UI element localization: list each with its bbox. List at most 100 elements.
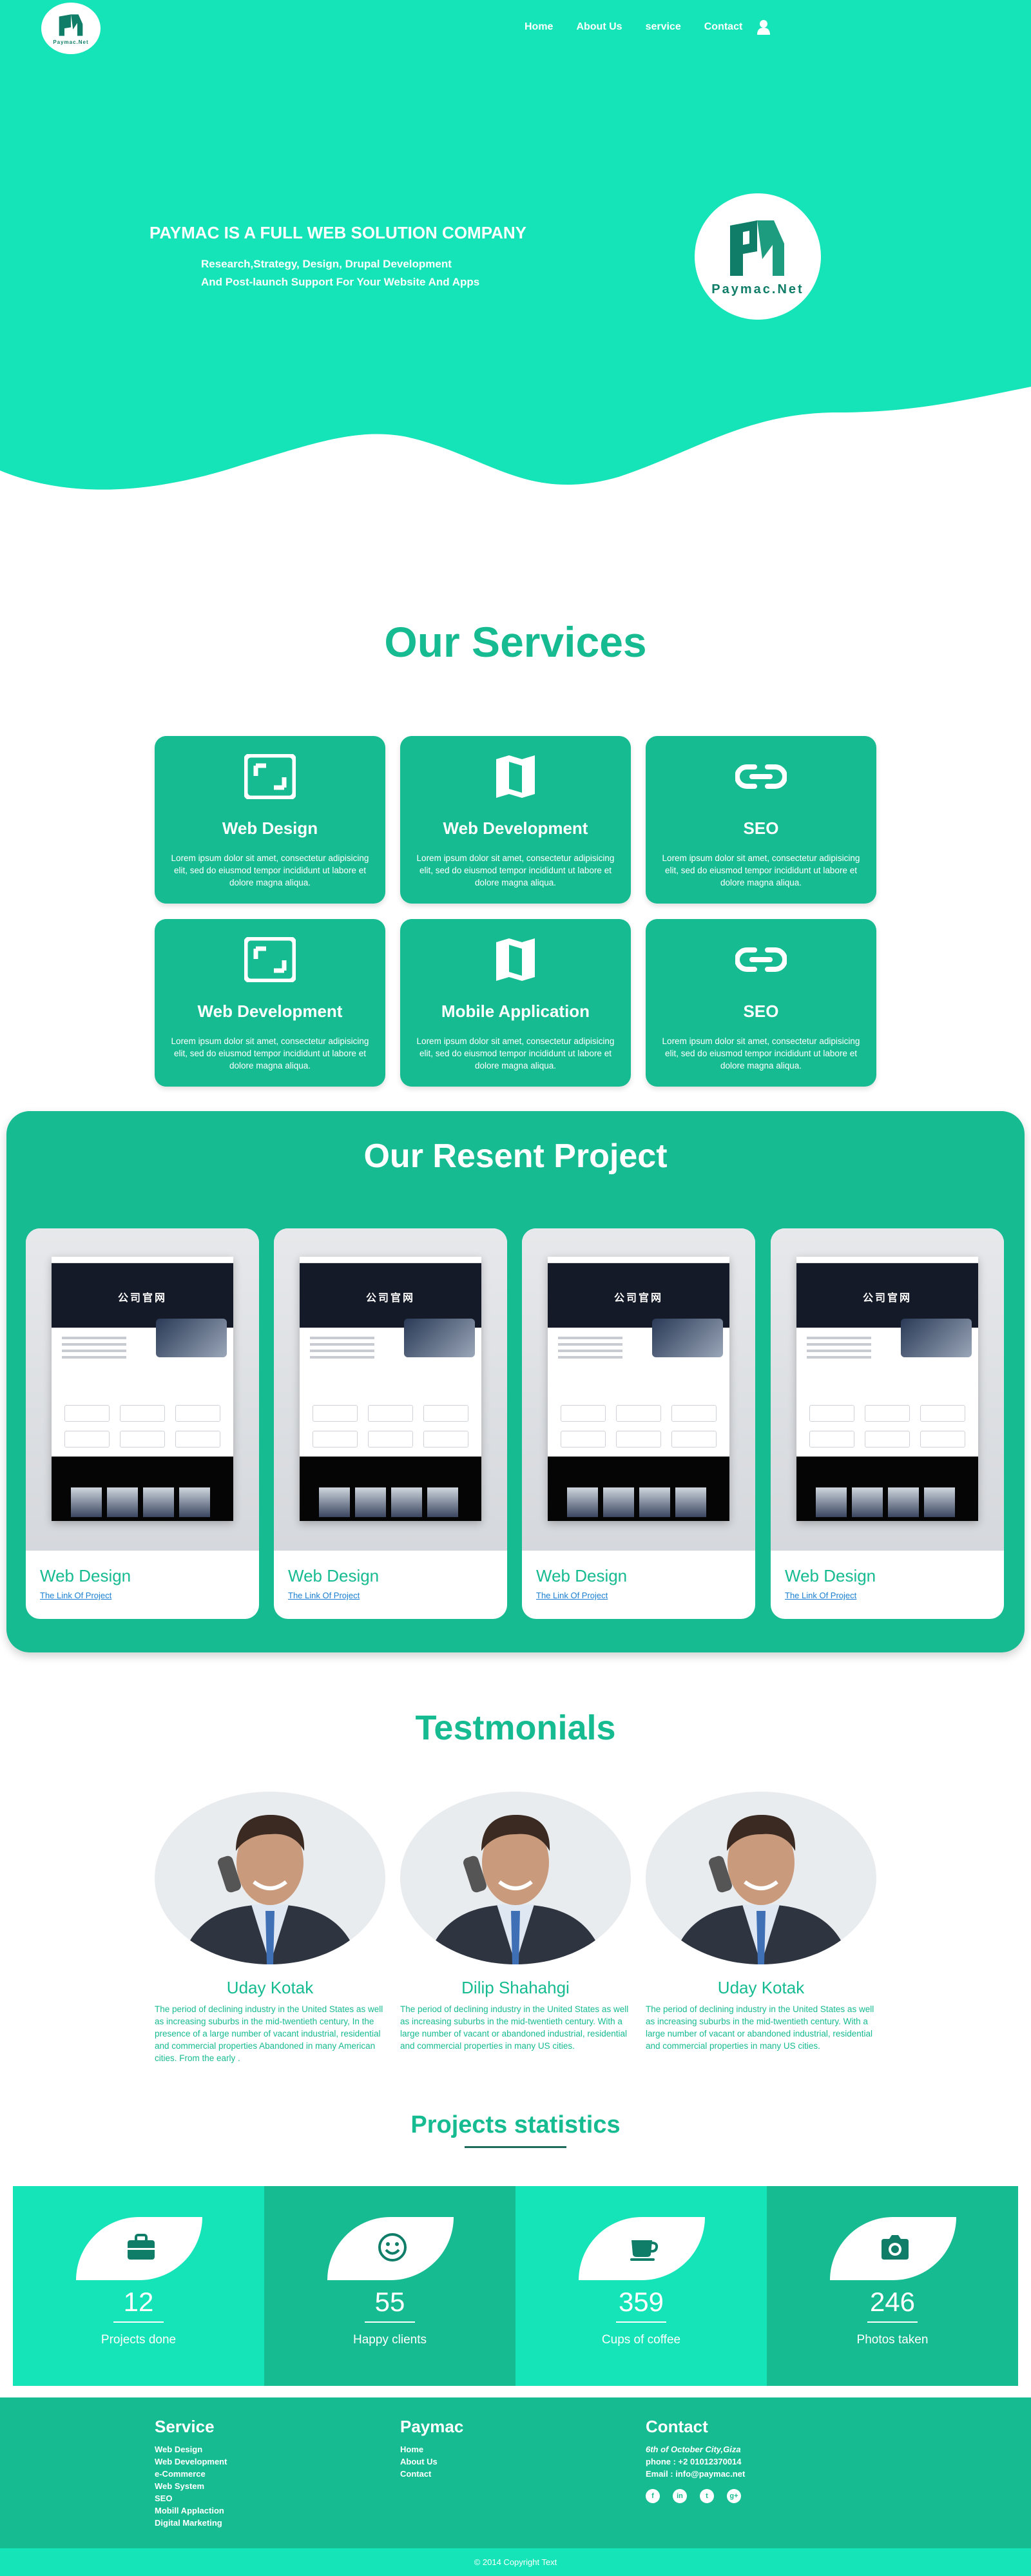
stats-title: Projects statistics [410, 2111, 621, 2138]
smiley-icon [378, 2233, 407, 2261]
stat-divider [113, 2321, 164, 2323]
project-thumbnail: 公司官网 [26, 1228, 259, 1551]
linkedin-icon[interactable]: in [673, 2489, 687, 2503]
stat-photos-taken: 246 Photos taken [767, 2186, 1018, 2386]
footer-service-column: Service Web Design Web Development e-Com… [155, 2417, 227, 2529]
footer-link-about-us[interactable]: About Us [400, 2455, 463, 2468]
stat-icon-badge [327, 2217, 454, 2280]
project-name: Web Design [536, 1566, 628, 1585]
project-thumbnail: 公司官网 [274, 1228, 507, 1551]
footer-address: 6th of October City,Giza [646, 2445, 741, 2454]
nav-service[interactable]: service [646, 21, 681, 33]
testimonial-text: The period of declining industry in the … [646, 2004, 874, 2051]
stat-label: Cups of coffee [601, 2333, 681, 2347]
stats-title-underline [465, 2146, 566, 2148]
nav-about-us[interactable]: About Us [576, 21, 622, 33]
testimonial-name: Uday Kotak [717, 1978, 805, 1997]
hero-subtitle: Research,Strategy, Design, Drupal Develo… [201, 255, 479, 291]
stat-happy-clients: 55 Happy clients [264, 2186, 516, 2386]
project-card[interactable]: 公司官网 Web Design The Link Of Project [274, 1228, 507, 1619]
project-link[interactable]: The Link Of Project [40, 1591, 111, 1600]
footer-link-seo[interactable]: SEO [155, 2492, 227, 2504]
service-card-title: Web Design [222, 818, 318, 838]
hero-section: Paymac.Net Home About Us service Contact… [0, 0, 1031, 503]
project-link[interactable]: The Link Of Project [288, 1591, 360, 1600]
brand-logo[interactable]: Paymac.Net [41, 3, 101, 54]
nav-home[interactable]: Home [525, 21, 553, 33]
testimonial-text: The period of declining industry in the … [400, 2004, 629, 2051]
service-card-text: Lorem ipsum dolor sit amet, consectetur … [662, 853, 860, 887]
stat-value: 55 [374, 2287, 405, 2317]
footer-service-title: Service [155, 2417, 215, 2436]
project-card[interactable]: 公司官网 Web Design The Link Of Project [522, 1228, 755, 1619]
footer-link-home[interactable]: Home [400, 2443, 463, 2455]
project-name: Web Design [785, 1566, 876, 1585]
projects-title: Our Resent Project [363, 1138, 668, 1175]
hero-subtitle-line-2: And Post-launch Support For Your Website… [201, 276, 480, 288]
hero-subtitle-line-1: Research,Strategy, Design, Drupal Develo… [201, 258, 452, 270]
services-title: Our Services [384, 618, 647, 666]
service-card-web-development[interactable]: Web Development Lorem ipsum dolor sit am… [400, 736, 631, 904]
service-card-title: Mobile Application [441, 1002, 590, 1021]
service-card-title: Web Development [443, 818, 588, 838]
project-link[interactable]: The Link Of Project [785, 1591, 856, 1600]
footer-link-mobile-application[interactable]: Mobill Applaction [155, 2504, 227, 2517]
testimonials-title: Testmonials [415, 1709, 616, 1747]
service-card-mobile-application[interactable]: Mobile Application Lorem ipsum dolor sit… [400, 919, 631, 1087]
service-card-title: SEO [743, 818, 779, 838]
footer-link-e-commerce[interactable]: e-Commerce [155, 2468, 227, 2480]
footer-paymac-column: Paymac Home About Us Contact [400, 2417, 463, 2480]
footer-link-contact[interactable]: Contact [400, 2468, 463, 2480]
hero-logo: Paymac.Net [695, 193, 821, 320]
copyright-bar: © 2014 Copyright Text [0, 2548, 1031, 2576]
stat-value: 12 [123, 2287, 154, 2317]
image-frame-icon [244, 937, 296, 982]
project-card[interactable]: 公司官网 Web Design The Link Of Project [26, 1228, 259, 1619]
service-card-seo-2[interactable]: SEO Lorem ipsum dolor sit amet, consecte… [646, 919, 876, 1087]
stat-projects-done: 12 Projects done [13, 2186, 264, 2386]
testimonial-card: Uday Kotak The period of declining indus… [155, 1792, 385, 2064]
testimonial-photo [646, 1792, 876, 1964]
service-card-text: Lorem ipsum dolor sit amet, consectetur … [416, 853, 615, 887]
camera-icon [882, 2235, 909, 2260]
coffee-cup-icon [630, 2240, 659, 2261]
project-card[interactable]: 公司官网 Web Design The Link Of Project [771, 1228, 1004, 1619]
service-card-text: Lorem ipsum dolor sit amet, consectetur … [171, 1036, 369, 1070]
footer-contact-column: Contact 6th of October City,Giza phone :… [646, 2417, 745, 2503]
facebook-icon[interactable]: f [646, 2489, 660, 2503]
projects-section: Our Resent Project 公司官网 Web Design The L… [6, 1111, 1025, 1652]
service-card-web-design[interactable]: Web Design Lorem ipsum dolor sit amet, c… [155, 736, 385, 904]
google-plus-icon[interactable]: g+ [727, 2489, 741, 2503]
footer-link-web-design[interactable]: Web Design [155, 2443, 227, 2455]
testimonial-card: Uday Kotak The period of declining indus… [646, 1792, 876, 2052]
stat-value: 246 [869, 2287, 916, 2317]
service-card-seo[interactable]: SEO Lorem ipsum dolor sit amet, consecte… [646, 736, 876, 904]
footer-link-web-system[interactable]: Web System [155, 2480, 227, 2492]
footer-email: Email : info@paymac.net [646, 2469, 746, 2479]
main-nav: Home About Us service Contact [525, 19, 771, 35]
map-icon [496, 755, 535, 798]
project-screen-heading: 公司官网 [548, 1263, 729, 1328]
project-screen-heading: 公司官网 [796, 1263, 978, 1328]
service-card-web-development-2[interactable]: Web Development Lorem ipsum dolor sit am… [155, 919, 385, 1087]
logo-mark-large-icon [730, 220, 784, 276]
testimonial-name: Uday Kotak [226, 1978, 314, 1997]
service-card-title: Web Development [197, 1002, 343, 1021]
project-link[interactable]: The Link Of Project [536, 1591, 608, 1600]
hero-title: PAYMAC IS A FULL WEB SOLUTION COMPANY [149, 223, 527, 242]
footer-link-digital-marketing[interactable]: Digital Marketing [155, 2517, 227, 2529]
testimonial-card: Dilip Shahahgi The period of declining i… [400, 1792, 631, 2052]
user-icon[interactable] [756, 19, 771, 35]
service-card-title: SEO [743, 1002, 779, 1021]
project-name: Web Design [40, 1566, 131, 1585]
twitter-icon[interactable]: t [700, 2489, 714, 2503]
footer-link-web-development[interactable]: Web Development [155, 2455, 227, 2468]
stat-divider [365, 2321, 415, 2323]
testimonial-text: The period of declining industry in the … [155, 2004, 383, 2063]
footer: Service Web Design Web Development e-Com… [0, 2397, 1031, 2548]
footer-contact-title: Contact [646, 2417, 708, 2436]
stat-label: Photos taken [856, 2333, 929, 2347]
nav-contact[interactable]: Contact [704, 21, 743, 33]
service-card-text: Lorem ipsum dolor sit amet, consectetur … [662, 1036, 860, 1070]
stat-label: Projects done [101, 2333, 177, 2347]
